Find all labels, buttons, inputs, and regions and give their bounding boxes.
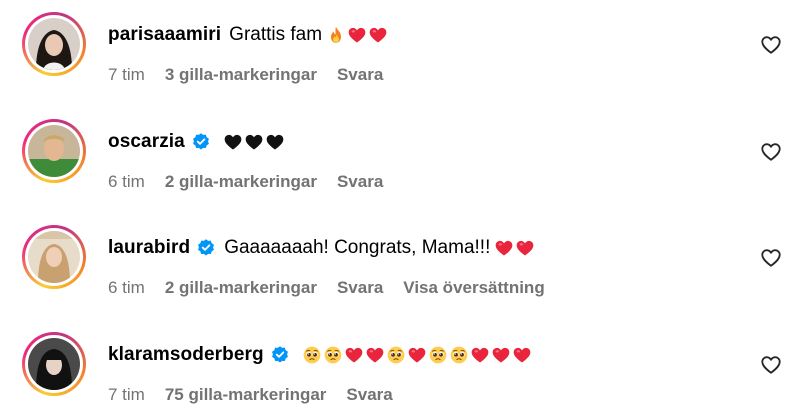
comment-like-count[interactable]: 75 gilla-markeringar — [165, 385, 327, 405]
red-heart-emoji-icon — [344, 345, 364, 365]
verified-badge-icon — [191, 132, 211, 152]
story-ring[interactable] — [22, 12, 86, 76]
comment-item: klaramsoderberg 7 tim 75 gilla-markering… — [0, 320, 800, 420]
avatar[interactable] — [28, 18, 80, 70]
comment-emojis — [494, 238, 536, 258]
reply-button[interactable]: Svara — [337, 172, 383, 192]
see-translation-link[interactable]: Visa översättning — [403, 278, 544, 298]
like-heart-icon[interactable] — [760, 141, 782, 163]
red-heart-emoji-icon — [365, 345, 385, 365]
comment-item: laurabird Gaaaaaaah! Congrats, Mama!!! 6… — [0, 213, 800, 319]
comment-username[interactable]: parisaaamiri — [108, 24, 221, 46]
comment-item: parisaaamiri Grattis fam 7 tim 3 gilla-m… — [0, 0, 800, 106]
red-heart-emoji-icon — [470, 345, 490, 365]
comment-item: oscarzia 6 tim 2 gilla-markeringar Svara — [0, 107, 800, 213]
comment-emojis — [326, 25, 389, 45]
comment-like-count[interactable]: 3 gilla-markeringar — [165, 65, 317, 85]
comment-like-count[interactable]: 2 gilla-markeringar — [165, 278, 317, 298]
red-heart-emoji-icon — [407, 345, 427, 365]
avatar[interactable] — [28, 231, 80, 283]
pleading-face-emoji-icon — [302, 345, 322, 365]
comment-timestamp[interactable]: 7 tim — [108, 65, 145, 85]
like-heart-icon[interactable] — [760, 354, 782, 376]
red-heart-emoji-icon — [368, 25, 388, 45]
comment-text: Grattis fam — [229, 24, 323, 45]
comment-like-count[interactable]: 2 gilla-markeringar — [165, 172, 317, 192]
black-heart-emoji-icon — [265, 132, 285, 152]
fire-emoji-icon — [326, 25, 346, 45]
red-heart-emoji-icon — [512, 345, 532, 365]
red-heart-emoji-icon — [347, 25, 367, 45]
pleading-face-emoji-icon — [428, 345, 448, 365]
comment-timestamp[interactable]: 6 tim — [108, 278, 145, 298]
reply-button[interactable]: Svara — [337, 65, 383, 85]
pleading-face-emoji-icon — [386, 345, 406, 365]
red-heart-emoji-icon — [494, 238, 514, 258]
reply-button[interactable]: Svara — [346, 385, 392, 405]
red-heart-emoji-icon — [515, 238, 535, 258]
pleading-face-emoji-icon — [323, 345, 343, 365]
black-heart-emoji-icon — [244, 132, 264, 152]
story-ring[interactable] — [22, 332, 86, 396]
avatar[interactable] — [28, 125, 80, 177]
like-heart-icon[interactable] — [760, 34, 782, 56]
story-ring[interactable] — [22, 119, 86, 183]
red-heart-emoji-icon — [491, 345, 511, 365]
black-heart-emoji-icon — [223, 132, 243, 152]
like-heart-icon[interactable] — [760, 247, 782, 269]
story-ring[interactable] — [22, 225, 86, 289]
comment-emojis — [223, 132, 286, 152]
pleading-face-emoji-icon — [449, 345, 469, 365]
comment-text: Gaaaaaaah! Congrats, Mama!!! — [224, 237, 491, 258]
comment-username[interactable]: klaramsoderberg — [108, 344, 264, 366]
comment-username[interactable]: laurabird — [108, 237, 190, 259]
comment-username[interactable]: oscarzia — [108, 131, 185, 153]
reply-button[interactable]: Svara — [337, 278, 383, 298]
verified-badge-icon — [196, 238, 216, 258]
avatar[interactable] — [28, 338, 80, 390]
comment-timestamp[interactable]: 6 tim — [108, 172, 145, 192]
comment-timestamp[interactable]: 7 tim — [108, 385, 145, 405]
verified-badge-icon — [270, 345, 290, 365]
comment-emojis — [302, 345, 533, 365]
